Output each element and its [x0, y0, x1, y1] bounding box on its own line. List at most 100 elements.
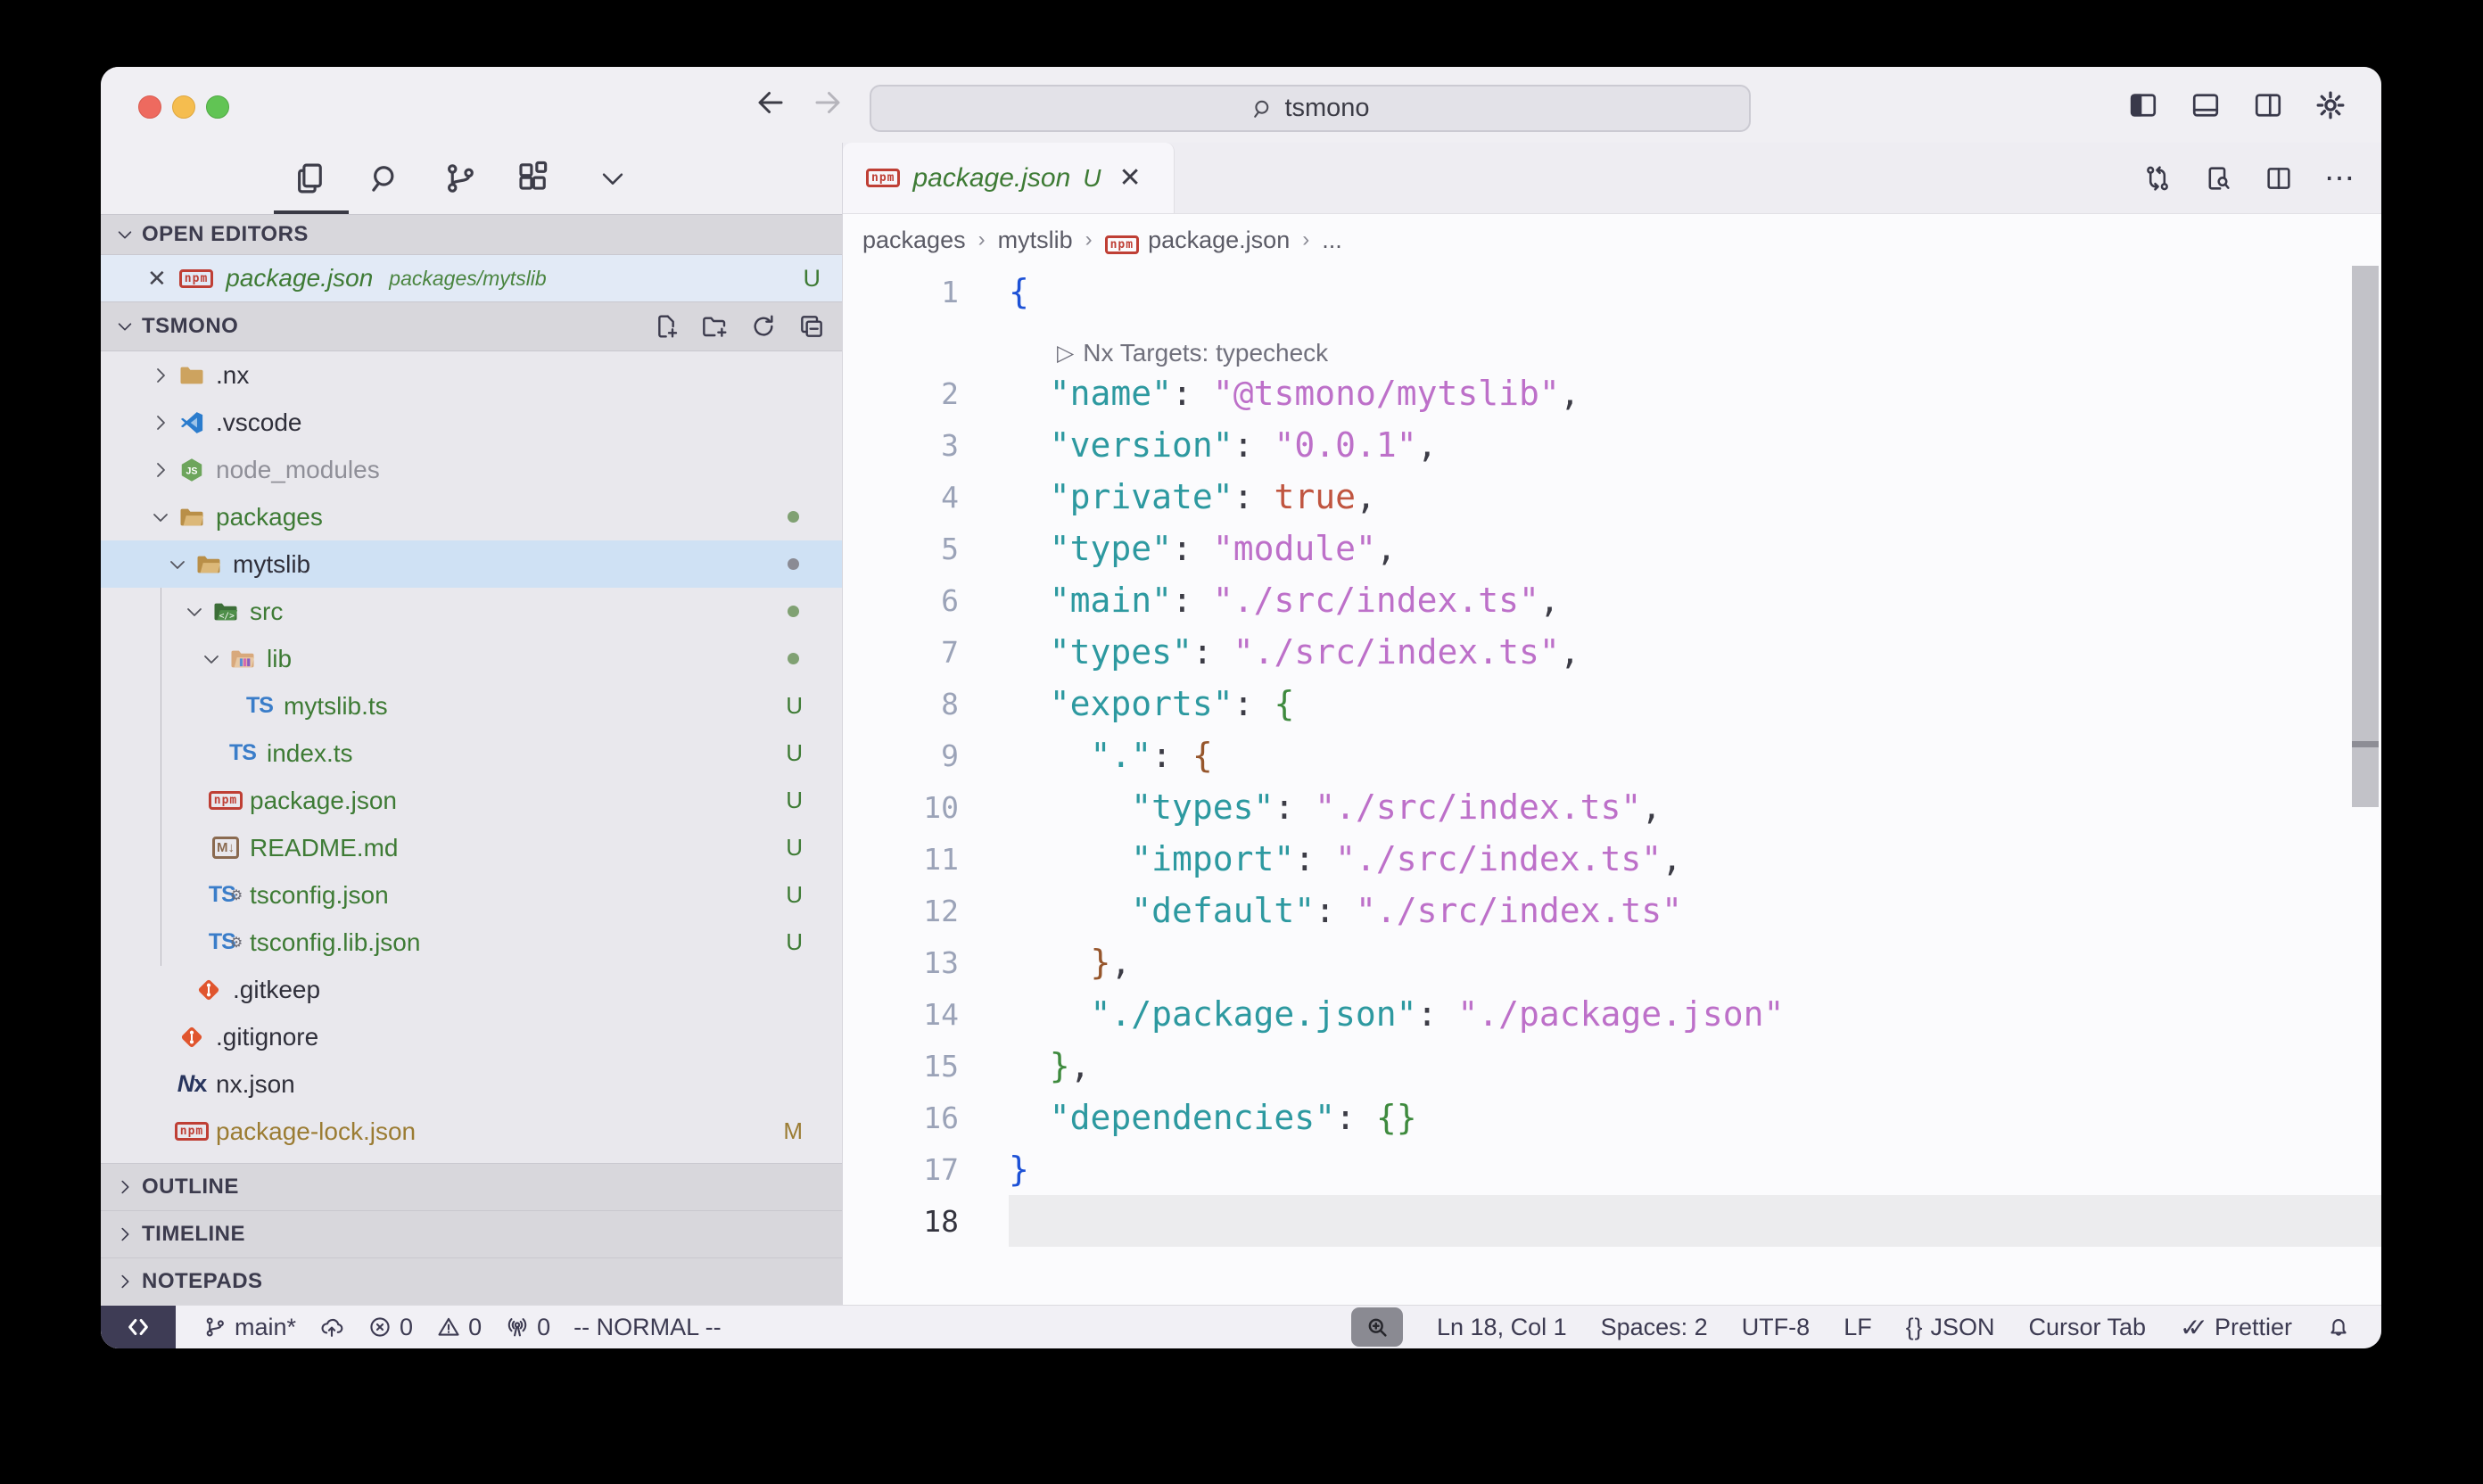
- code-line-8[interactable]: 8 "exports": {: [843, 678, 2381, 730]
- tab-package-json[interactable]: npm package.json U ✕: [843, 143, 1175, 213]
- status-vim-mode[interactable]: -- NORMAL --: [573, 1314, 721, 1341]
- diff-icon[interactable]: [2142, 163, 2173, 194]
- code-line-7[interactable]: 7 "types": "./src/index.ts",: [843, 626, 2381, 678]
- code-line-10[interactable]: 10 "types": "./src/index.ts",: [843, 781, 2381, 833]
- status-ports[interactable]: 0: [505, 1314, 550, 1341]
- status-warnings[interactable]: 0: [436, 1314, 482, 1341]
- tree-item-tsconfig-lib-json[interactable]: TS⚙ tsconfig.lib.json U: [101, 919, 842, 966]
- codelens-label[interactable]: Nx Targets: typecheck: [1083, 339, 1328, 367]
- chevron-down-icon: [161, 554, 194, 575]
- line-number: 10: [843, 790, 959, 825]
- code-line-15[interactable]: 15 },: [843, 1040, 2381, 1092]
- tree-item--gitkeep[interactable]: .gitkeep: [101, 966, 842, 1013]
- extensions-icon[interactable]: [510, 155, 557, 202]
- code-line-6[interactable]: 6 "main": "./src/index.ts",: [843, 574, 2381, 626]
- minimize-window-button[interactable]: [172, 95, 195, 119]
- split-editor-icon[interactable]: [2264, 163, 2294, 194]
- layout-panel-icon[interactable]: [2187, 87, 2224, 124]
- more-views-icon[interactable]: [590, 155, 636, 202]
- refresh-icon[interactable]: [749, 312, 778, 341]
- breadcrumb-item[interactable]: packages: [862, 227, 966, 254]
- status-notifications[interactable]: [2326, 1315, 2351, 1340]
- tree-item-node-modules[interactable]: JS node_modules: [101, 446, 842, 493]
- scrollbar-slider[interactable]: [2352, 266, 2379, 807]
- status-language-mode[interactable]: {} JSON: [1906, 1314, 1995, 1341]
- new-folder-icon[interactable]: [701, 312, 730, 341]
- npm-icon: npm: [179, 269, 213, 288]
- code-line-16[interactable]: 16 "dependencies": {}: [843, 1092, 2381, 1143]
- section-timeline[interactable]: TIMELINE: [101, 1210, 842, 1257]
- close-window-button[interactable]: [138, 95, 161, 119]
- breadcrumb-separator: ›: [1085, 227, 1093, 252]
- status-cursor-tab[interactable]: Cursor Tab: [2028, 1314, 2146, 1341]
- tree-item-mytslib-ts[interactable]: TS mytslib.ts U: [101, 682, 842, 730]
- scrollbar[interactable]: [2352, 266, 2379, 1305]
- json-braces-icon: {}: [1906, 1314, 1924, 1341]
- tree-item-src[interactable]: </> src: [101, 588, 842, 635]
- open-editors-header[interactable]: OPEN EDITORS: [101, 214, 842, 255]
- gear-icon[interactable]: [2312, 87, 2349, 124]
- tree-item-package-json[interactable]: npm package.json U: [101, 777, 842, 824]
- code-line-4[interactable]: 4 "private": true,: [843, 471, 2381, 523]
- code-editor[interactable]: 1 { ▷ Nx Targets: typecheck 2 "name": "@…: [843, 266, 2381, 1305]
- remote-indicator[interactable]: [101, 1306, 176, 1348]
- status-formatter[interactable]: ✓✓ Prettier: [2180, 1313, 2292, 1342]
- codelens[interactable]: ▷ Nx Targets: typecheck: [843, 317, 2381, 367]
- breadcrumb-item[interactable]: ...: [1322, 227, 1342, 254]
- code-line-11[interactable]: 11 "import": "./src/index.ts",: [843, 833, 2381, 885]
- tree-item-lib[interactable]: lib: [101, 635, 842, 682]
- code-line-12[interactable]: 12 "default": "./src/index.ts": [843, 885, 2381, 936]
- code-line-9[interactable]: 9 ".": {: [843, 730, 2381, 781]
- tree-item-label: mytslib: [233, 550, 310, 579]
- tree-item-index-ts[interactable]: TS index.ts U: [101, 730, 842, 777]
- code-line-18[interactable]: 18: [843, 1195, 2381, 1247]
- section-notepads[interactable]: NOTEPADS: [101, 1257, 842, 1305]
- search-icon[interactable]: [362, 155, 408, 202]
- status-errors[interactable]: 0: [367, 1314, 413, 1341]
- code-line-1[interactable]: 1 {: [843, 266, 2381, 317]
- status-indentation[interactable]: Spaces: 2: [1601, 1314, 1708, 1341]
- code-line-17[interactable]: 17 }: [843, 1143, 2381, 1195]
- status-cursor-position[interactable]: Ln 18, Col 1: [1437, 1314, 1567, 1341]
- layout-sidebar-left-icon[interactable]: [2124, 87, 2162, 124]
- status-git-branch[interactable]: main*: [202, 1314, 296, 1341]
- code-line-3[interactable]: 3 "version": "0.0.1",: [843, 419, 2381, 471]
- tree-item-packages[interactable]: packages: [101, 493, 842, 540]
- tree-item--vscode[interactable]: .vscode: [101, 399, 842, 446]
- tree-item-package-lock-json[interactable]: npm package-lock.json M: [101, 1108, 842, 1155]
- collapse-all-icon[interactable]: [797, 312, 826, 341]
- zoom-window-button[interactable]: [206, 95, 229, 119]
- code-line-13[interactable]: 13 },: [843, 936, 2381, 988]
- open-editor-item[interactable]: ✕ npm package.json packages/mytslib U: [101, 255, 842, 301]
- code-line-2[interactable]: 2 "name": "@tsmono/mytslib",: [843, 367, 2381, 419]
- tree-item--nx[interactable]: .nx: [101, 351, 842, 399]
- layout-sidebar-right-icon[interactable]: [2249, 87, 2287, 124]
- tree-item-tsconfig-json[interactable]: TS⚙ tsconfig.json U: [101, 871, 842, 919]
- breadcrumb-item[interactable]: npmpackage.json: [1105, 227, 1291, 254]
- explorer-section-header[interactable]: TSMONO: [101, 301, 842, 351]
- source-control-icon[interactable]: [437, 155, 483, 202]
- tree-item-mytslib[interactable]: mytslib: [101, 540, 842, 588]
- close-tab-icon[interactable]: ✕: [1119, 162, 1142, 194]
- command-center-search[interactable]: tsmono: [870, 85, 1751, 132]
- close-editor-icon[interactable]: ✕: [147, 265, 167, 293]
- git-status-badge: M: [783, 1117, 803, 1145]
- tree-item-nx-json[interactable]: Nx nx.json: [101, 1060, 842, 1108]
- tree-item-readme-md[interactable]: M↓ README.md U: [101, 824, 842, 871]
- navigate-back-icon[interactable]: [755, 87, 787, 119]
- status-sync[interactable]: [319, 1315, 344, 1340]
- breadcrumb-item[interactable]: mytslib: [998, 227, 1073, 254]
- explorer-icon[interactable]: [286, 155, 333, 202]
- code-line-14[interactable]: 14 "./package.json": "./package.json": [843, 988, 2381, 1040]
- navigate-forward-icon[interactable]: [812, 87, 844, 119]
- status-eol[interactable]: LF: [1844, 1314, 1872, 1341]
- tree-item--gitignore[interactable]: .gitignore: [101, 1013, 842, 1060]
- new-file-icon[interactable]: [653, 312, 681, 341]
- editor-search-icon[interactable]: [2203, 163, 2233, 194]
- code-line-5[interactable]: 5 "type": "module",: [843, 523, 2381, 574]
- play-outline-icon[interactable]: ▷: [1057, 340, 1074, 367]
- section-outline[interactable]: OUTLINE: [101, 1163, 842, 1210]
- tree-item-label: package-lock.json: [216, 1117, 416, 1146]
- status-encoding[interactable]: UTF-8: [1742, 1314, 1811, 1341]
- ellipsis-icon[interactable]: ⋯: [2324, 161, 2356, 196]
